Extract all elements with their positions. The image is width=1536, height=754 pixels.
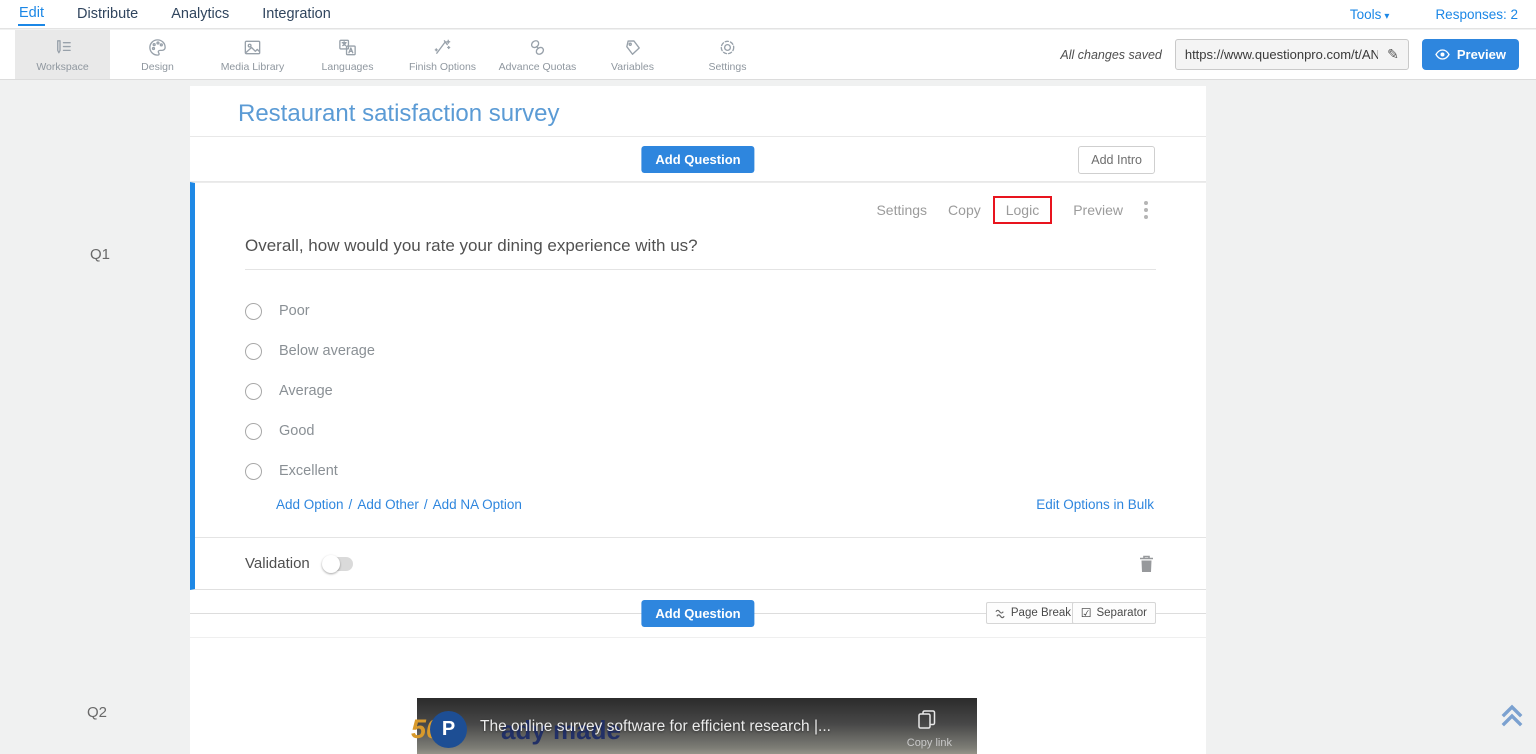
toolbar-item-languages[interactable]: Languages <box>300 30 395 79</box>
option-links-row: Add Option / Add Other / Add NA Option E… <box>276 497 1154 512</box>
add-option-link[interactable]: Add Option <box>276 497 344 512</box>
page-break-icon <box>995 608 1006 619</box>
validation-row: Validation <box>195 537 1206 589</box>
add-question-row-top: Add Question Add Intro <box>190 137 1206 182</box>
radio-button-icon[interactable] <box>245 463 262 480</box>
add-question-button-mid[interactable]: Add Question <box>641 600 754 627</box>
editor-toolbar: Workspace Design Media Library Languages… <box>0 30 1536 80</box>
delete-question-button[interactable] <box>1139 555 1154 573</box>
option-row: Excellent <box>245 451 1156 491</box>
validation-label: Validation <box>245 555 310 572</box>
question-text[interactable]: Overall, how would you rate your dining … <box>245 236 1156 256</box>
tab-analytics[interactable]: Analytics <box>170 3 230 25</box>
add-other-link[interactable]: Add Other <box>357 497 419 512</box>
workspace-icon <box>52 37 73 58</box>
caret-down-icon: ▾ <box>1384 11 1389 22</box>
copy-link-label: Copy link <box>907 737 952 749</box>
edit-options-in-bulk-link[interactable]: Edit Options in Bulk <box>1036 497 1154 512</box>
tab-edit[interactable]: Edit <box>18 2 45 26</box>
option-row: Good <box>245 411 1156 451</box>
option-label[interactable]: Excellent <box>279 463 338 479</box>
option-row: Below average <box>245 331 1156 371</box>
copy-link-button[interactable] <box>917 709 937 731</box>
toolbar-item-workspace[interactable]: Workspace <box>15 30 110 79</box>
top-navigation: Edit Distribute Analytics Integration To… <box>0 0 1536 29</box>
video-title[interactable]: The online survey software for efficient… <box>480 718 887 736</box>
insert-row: Add Question Page Break ☑ Separator <box>190 590 1206 638</box>
radio-button-icon[interactable] <box>245 423 262 440</box>
tab-distribute[interactable]: Distribute <box>76 3 139 25</box>
scroll-to-top-button[interactable] <box>1500 703 1524 729</box>
option-label[interactable]: Good <box>279 423 314 439</box>
kebab-menu-icon[interactable] <box>1142 199 1150 221</box>
responses-link[interactable]: Responses: 2 <box>1435 7 1518 22</box>
link-separator: / <box>349 497 353 512</box>
survey-url-input[interactable] <box>1176 47 1378 62</box>
question-preview-button[interactable]: Preview <box>1073 202 1123 218</box>
option-label[interactable]: Below average <box>279 343 375 359</box>
copy-icon <box>917 709 937 731</box>
eye-icon <box>1435 49 1450 60</box>
topnav-right: Tools▾ Responses: 2 <box>1350 7 1518 22</box>
question-text-underline <box>245 269 1156 270</box>
tab-integration[interactable]: Integration <box>261 3 332 25</box>
toolbar-right: All changes saved ✎ Preview <box>1060 30 1536 79</box>
toolbar-item-settings[interactable]: Settings <box>680 30 775 79</box>
option-label[interactable]: Average <box>279 383 333 399</box>
separator-check-icon: ☑ <box>1081 607 1092 619</box>
settings-icon <box>717 37 738 58</box>
toolbar-item-design[interactable]: Design <box>110 30 205 79</box>
option-label[interactable]: Poor <box>279 303 310 319</box>
save-status: All changes saved <box>1060 48 1161 62</box>
add-intro-button[interactable]: Add Intro <box>1078 146 1155 174</box>
question-settings-button[interactable]: Settings <box>876 202 927 218</box>
toggle-knob <box>322 555 340 573</box>
add-question-button-top[interactable]: Add Question <box>641 146 754 173</box>
radio-button-icon[interactable] <box>245 303 262 320</box>
questionpro-survey-editor: Edit Distribute Analytics Integration To… <box>0 0 1536 754</box>
survey-canvas: Restaurant satisfaction survey Add Quest… <box>190 86 1206 754</box>
add-na-option-link[interactable]: Add NA Option <box>433 497 522 512</box>
question-number-q1: Q1 <box>90 246 110 263</box>
option-row: Poor <box>245 291 1156 331</box>
survey-title[interactable]: Restaurant satisfaction survey <box>238 100 559 128</box>
radio-button-icon[interactable] <box>245 343 262 360</box>
edit-url-pencil-icon[interactable]: ✎ <box>1378 46 1408 63</box>
question-number-q2: Q2 <box>87 704 107 721</box>
channel-avatar[interactable]: P <box>430 711 467 748</box>
link-separator: / <box>424 497 428 512</box>
toolbar-item-advance-quotas[interactable]: Advance Quotas <box>490 30 585 79</box>
question-card-q1: Settings Copy Logic Preview Overall, how… <box>190 182 1206 590</box>
q2-youtube-video-embed[interactable]: 50 ady made P The online survey software… <box>417 698 977 754</box>
variables-icon <box>622 37 643 58</box>
advance-quotas-icon <box>527 37 548 58</box>
question-actions: Settings Copy Logic Preview <box>855 196 1150 224</box>
languages-icon <box>337 37 358 58</box>
radio-button-icon[interactable] <box>245 383 262 400</box>
trash-icon <box>1139 555 1154 573</box>
answer-options-list: Poor Below average Average Good Excellen… <box>245 291 1156 491</box>
separator-button[interactable]: ☑ Separator <box>1072 602 1156 624</box>
double-chevron-up-icon <box>1500 703 1524 729</box>
question-copy-button[interactable]: Copy <box>948 202 981 218</box>
preview-button[interactable]: Preview <box>1422 39 1519 70</box>
toolbar-item-finish-options[interactable]: Finish Options <box>395 30 490 79</box>
option-row: Average <box>245 371 1156 411</box>
finish-options-icon <box>432 37 453 58</box>
toolbar-item-media-library[interactable]: Media Library <box>205 30 300 79</box>
page-break-button[interactable]: Page Break <box>986 602 1080 624</box>
validation-toggle[interactable] <box>323 557 353 571</box>
toolbar-item-variables[interactable]: Variables <box>585 30 680 79</box>
tools-menu[interactable]: Tools▾ <box>1350 7 1390 22</box>
media-library-icon <box>242 37 263 58</box>
design-icon <box>147 37 168 58</box>
survey-url-box: ✎ <box>1175 39 1409 70</box>
question-logic-button-highlighted[interactable]: Logic <box>993 196 1052 224</box>
survey-title-block: Restaurant satisfaction survey <box>190 86 1206 137</box>
